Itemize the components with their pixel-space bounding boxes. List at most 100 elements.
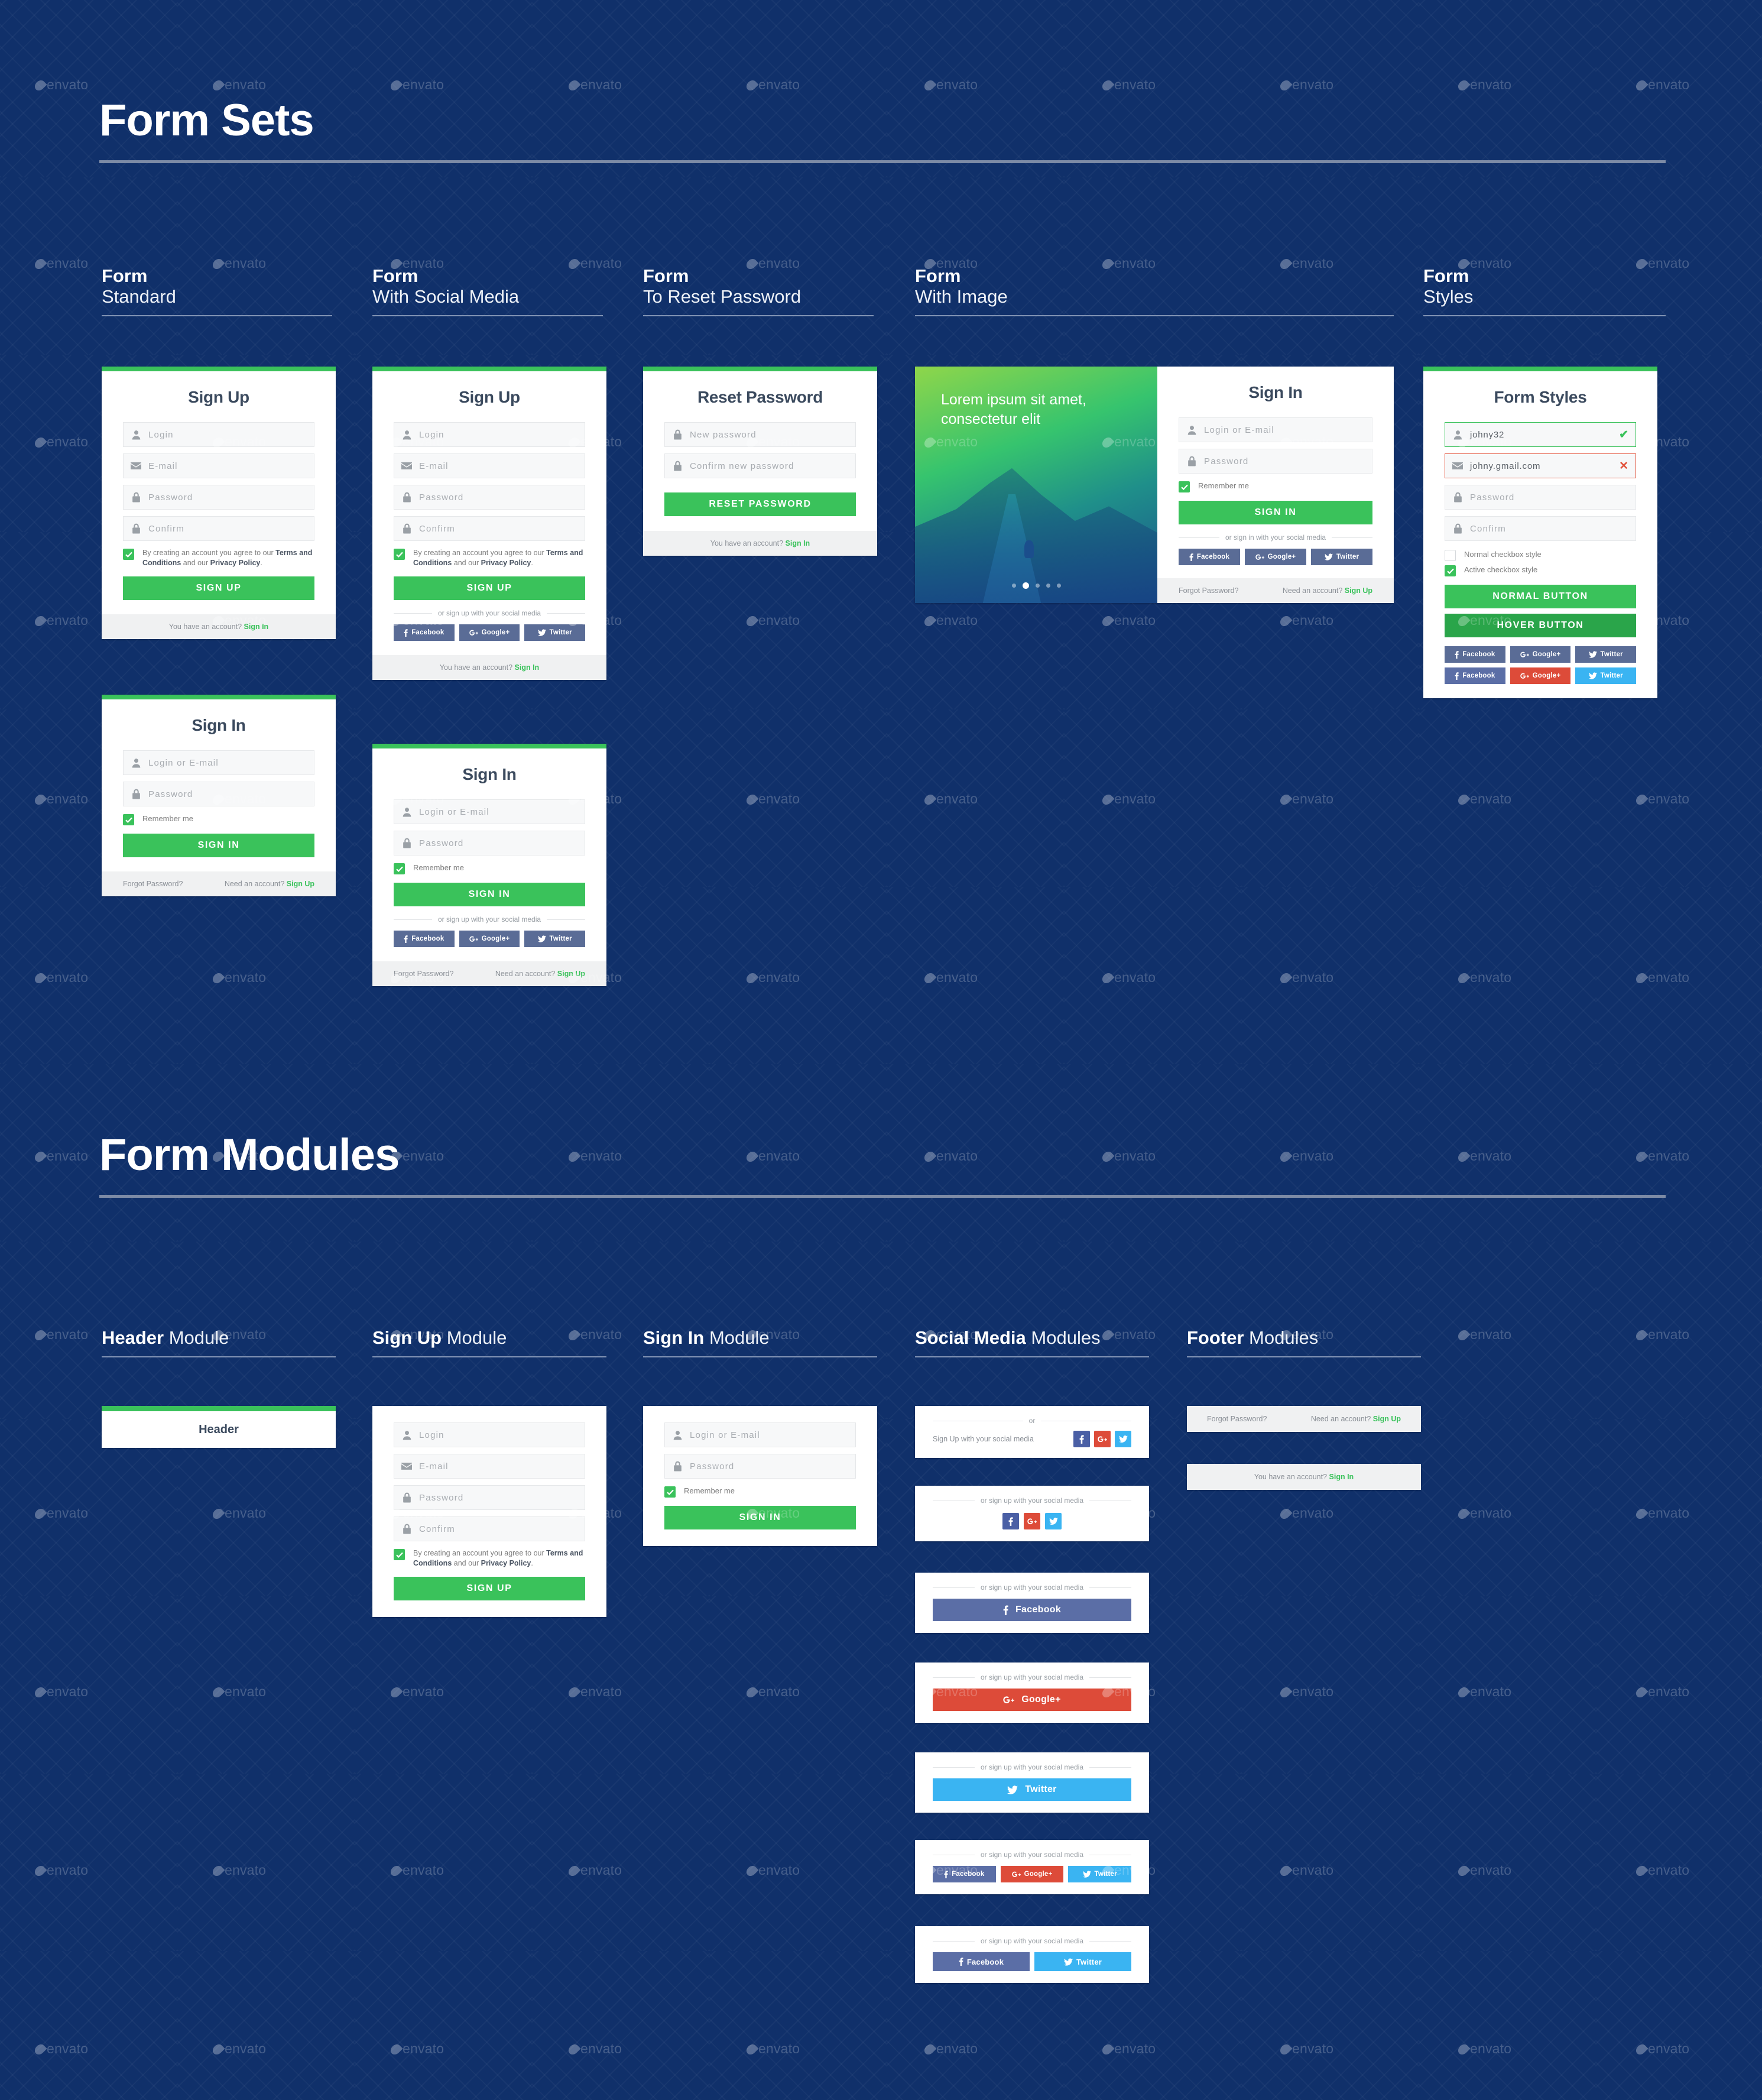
normal-button[interactable]: NORMAL BUTTON: [1445, 585, 1636, 608]
field-password[interactable]: Password: [123, 782, 314, 806]
footer-signup-link[interactable]: Sign Up: [557, 970, 585, 978]
signin-button[interactable]: SIGN IN: [664, 1506, 856, 1529]
forgot-password-link[interactable]: Forgot Password?: [123, 880, 183, 888]
field-login-or-email[interactable]: Login or E-mail: [1179, 417, 1372, 442]
google-button[interactable]: Google+: [459, 931, 520, 947]
field-password[interactable]: Password: [1179, 449, 1372, 474]
field-password[interactable]: Password: [394, 1485, 585, 1510]
signin-button[interactable]: SIGN IN: [394, 883, 585, 906]
field-login-or-email[interactable]: Login or E-mail: [123, 750, 314, 775]
field-confirm[interactable]: Confirm: [394, 516, 585, 541]
field-email[interactable]: E-mail: [123, 453, 314, 478]
field-confirm[interactable]: Confirm: [394, 1516, 585, 1541]
field-password[interactable]: Password: [664, 1454, 856, 1479]
twitter-button-large[interactable]: Twitter: [933, 1778, 1131, 1801]
field-confirm[interactable]: Confirm: [1445, 516, 1636, 541]
facebook-button-brand[interactable]: Facebook: [1445, 667, 1505, 684]
facebook-button[interactable]: Facebook: [394, 931, 455, 947]
remember-me-row[interactable]: Remember me: [1179, 481, 1372, 492]
forgot-password-link[interactable]: Forgot Password?: [1207, 1415, 1267, 1423]
forgot-password-link[interactable]: Forgot Password?: [394, 970, 453, 978]
twitter-button[interactable]: Twitter: [1311, 549, 1372, 565]
google-button-neutral[interactable]: Google+: [1510, 646, 1571, 663]
normal-checkbox-row[interactable]: Normal checkbox style: [1445, 549, 1636, 561]
twitter-button[interactable]: Twitter: [524, 931, 586, 947]
reset-password-button[interactable]: RESET PASSWORD: [664, 492, 856, 516]
field-email[interactable]: E-mail: [394, 1454, 585, 1479]
footer-signin-link[interactable]: Sign In: [786, 539, 810, 547]
signup-button[interactable]: SIGN UP: [394, 576, 585, 600]
field-confirm[interactable]: Confirm: [123, 516, 314, 541]
google-button[interactable]: Google+: [1000, 1866, 1064, 1882]
footer-signup-link[interactable]: Sign Up: [1345, 586, 1372, 595]
active-checkbox-row[interactable]: Active checkbox style: [1445, 565, 1636, 576]
twitter-icon-button[interactable]: [1115, 1431, 1131, 1447]
remember-me-row[interactable]: Remember me: [123, 814, 314, 825]
privacy-link[interactable]: Privacy Policy: [210, 559, 261, 567]
footer-signin-link[interactable]: Sign In: [515, 663, 540, 672]
field-password[interactable]: Password: [394, 831, 585, 855]
twitter-button[interactable]: Twitter: [1034, 1952, 1131, 1971]
terms-checkbox[interactable]: [394, 1549, 405, 1560]
footer-signin-link[interactable]: Sign In: [1329, 1473, 1354, 1481]
remember-me-row[interactable]: Remember me: [664, 1486, 856, 1498]
facebook-button[interactable]: Facebook: [1179, 549, 1240, 565]
facebook-icon-button[interactable]: [1002, 1513, 1019, 1529]
privacy-link[interactable]: Privacy Policy: [481, 559, 531, 567]
field-password[interactable]: Password: [394, 485, 585, 510]
carousel-dots[interactable]: [915, 582, 1157, 589]
normal-checkbox[interactable]: [1445, 550, 1456, 561]
field-username-valid[interactable]: johny32 ✔: [1445, 422, 1636, 447]
forgot-password-link[interactable]: Forgot Password?: [1179, 586, 1238, 595]
field-login-or-email[interactable]: Login or E-mail: [394, 799, 585, 824]
google-button[interactable]: Google+: [1245, 549, 1306, 565]
twitter-button-neutral[interactable]: Twitter: [1575, 646, 1637, 663]
google-icon-button[interactable]: [1094, 1431, 1111, 1447]
field-login-or-email[interactable]: Login or E-mail: [664, 1422, 856, 1447]
facebook-button[interactable]: Facebook: [394, 624, 455, 641]
google-button-large[interactable]: Google+: [933, 1689, 1131, 1711]
field-password[interactable]: Password: [123, 485, 314, 510]
google-button-brand[interactable]: Google+: [1510, 667, 1571, 684]
remember-me-checkbox[interactable]: [394, 863, 405, 874]
twitter-button[interactable]: Twitter: [524, 624, 586, 641]
facebook-icon-button[interactable]: [1073, 1431, 1090, 1447]
footer-signup-link[interactable]: Sign Up: [287, 880, 314, 888]
carousel-dot[interactable]: [1056, 584, 1061, 588]
carousel-dot[interactable]: [1046, 584, 1050, 588]
signin-button[interactable]: SIGN IN: [1179, 501, 1372, 524]
carousel-dot[interactable]: [1035, 584, 1040, 588]
google-icon-button[interactable]: [1024, 1513, 1040, 1529]
signin-button[interactable]: SIGN IN: [123, 834, 314, 857]
twitter-button[interactable]: Twitter: [1068, 1866, 1132, 1882]
field-login[interactable]: Login: [394, 1422, 585, 1447]
facebook-button[interactable]: Facebook: [933, 1952, 1030, 1971]
signup-button[interactable]: SIGN UP: [394, 1577, 585, 1600]
field-confirm-new-password[interactable]: Confirm new password: [664, 453, 856, 478]
privacy-link[interactable]: Privacy Policy: [481, 1559, 531, 1567]
terms-checkbox-row[interactable]: By creating an account you agree to our …: [123, 548, 314, 568]
remember-me-row[interactable]: Remember me: [394, 863, 585, 874]
terms-checkbox-row[interactable]: By creating an account you agree to our …: [394, 548, 585, 568]
active-checkbox[interactable]: [1445, 565, 1456, 576]
remember-me-checkbox[interactable]: [1179, 481, 1190, 492]
field-email-invalid[interactable]: johny.gmail.com ✕: [1445, 453, 1636, 478]
hover-button[interactable]: HOVER BUTTON: [1445, 614, 1636, 637]
carousel-dot-active[interactable]: [1022, 582, 1029, 589]
footer-signup-link[interactable]: Sign Up: [1373, 1415, 1401, 1423]
field-email[interactable]: E-mail: [394, 453, 585, 478]
field-login[interactable]: Login: [123, 422, 314, 447]
twitter-icon-button[interactable]: [1045, 1513, 1062, 1529]
facebook-button-large[interactable]: Facebook: [933, 1599, 1131, 1621]
field-new-password[interactable]: New password: [664, 422, 856, 447]
remember-me-checkbox[interactable]: [664, 1486, 676, 1498]
field-login[interactable]: Login: [394, 422, 585, 447]
facebook-button[interactable]: Facebook: [933, 1866, 996, 1882]
field-password[interactable]: Password: [1445, 485, 1636, 510]
signup-button[interactable]: SIGN UP: [123, 576, 314, 600]
carousel-dot[interactable]: [1011, 584, 1016, 588]
terms-checkbox-row[interactable]: By creating an account you agree to our …: [394, 1548, 585, 1568]
remember-me-checkbox[interactable]: [123, 814, 134, 825]
facebook-button-neutral[interactable]: Facebook: [1445, 646, 1505, 663]
terms-checkbox[interactable]: [123, 549, 134, 560]
